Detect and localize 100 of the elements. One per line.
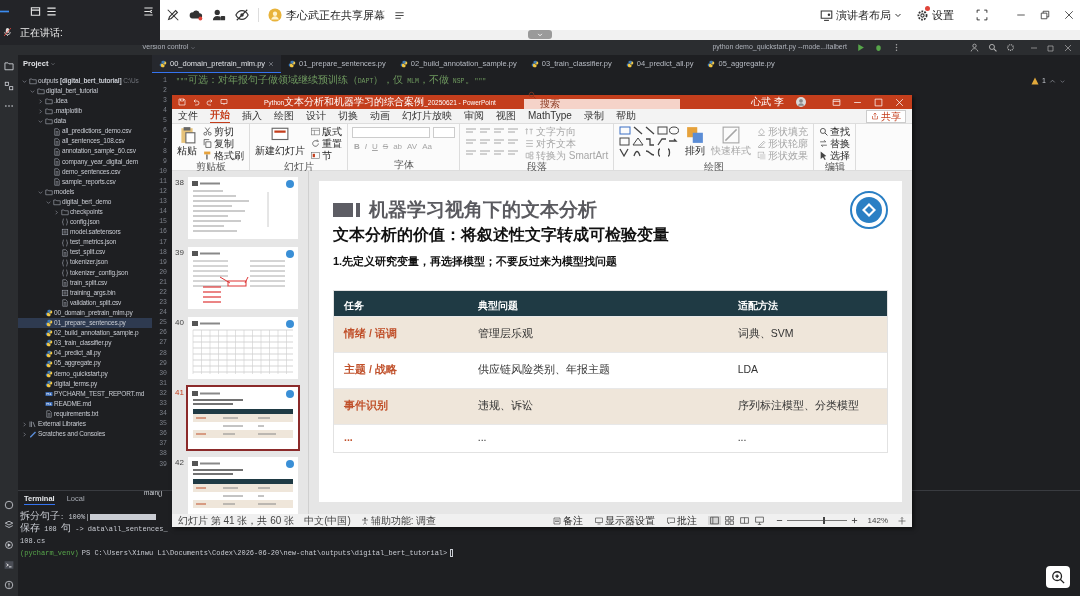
restore-icon[interactable] <box>1047 43 1055 52</box>
view-button[interactable] <box>722 516 736 525</box>
paint-bucket-icon <box>757 127 767 136</box>
layers-icon[interactable] <box>4 520 14 530</box>
user-name[interactable]: 心武 李 <box>751 96 784 108</box>
slideshow-icon[interactable] <box>220 98 228 106</box>
ribbon-button[interactable]: 重置 <box>310 138 343 149</box>
eye-slash-icon[interactable] <box>235 8 249 22</box>
pencil-icon <box>29 430 37 439</box>
list-icon[interactable] <box>394 9 405 21</box>
python-icon <box>530 60 539 68</box>
ribbon-button[interactable]: 排列 <box>684 125 707 156</box>
comments-button[interactable]: 批注 <box>665 515 698 526</box>
ribbon-group-label: 剪贴板 <box>194 161 227 172</box>
ribbon-tab[interactable]: 设计 <box>306 109 326 123</box>
ribbon-button[interactable]: 查找 <box>818 126 852 137</box>
slide-thumbnail[interactable] <box>188 247 298 309</box>
close-icon[interactable] <box>1064 10 1074 20</box>
slide-thumbnail[interactable] <box>188 317 298 379</box>
ribbon-tab[interactable]: 审阅 <box>464 109 484 123</box>
view-button[interactable] <box>737 516 751 525</box>
font-name-field[interactable] <box>352 127 430 138</box>
save-icon[interactable] <box>178 98 186 106</box>
services-icon[interactable] <box>4 540 14 550</box>
redo-icon[interactable] <box>206 98 214 106</box>
avatar-icon[interactable] <box>796 97 806 107</box>
settings-button[interactable]: 设置 <box>916 6 954 24</box>
python-packages-icon[interactable] <box>4 500 14 510</box>
undo-icon[interactable] <box>192 98 200 106</box>
layout-button[interactable]: 演讲者布局 <box>820 6 902 24</box>
slide-thumbnail[interactable] <box>188 457 298 514</box>
slide-thumbnail[interactable] <box>188 177 298 239</box>
settings-icon[interactable] <box>1006 43 1015 52</box>
window-icon[interactable] <box>30 5 41 17</box>
ribbon-tab[interactable]: 动画 <box>370 109 390 123</box>
list-icon[interactable] <box>46 5 57 17</box>
shapes-gallery[interactable] <box>618 125 681 158</box>
table-cell-text: 事件识别 <box>343 398 389 414</box>
slide-thumbnail[interactable] <box>188 387 298 449</box>
search-icon <box>819 127 829 136</box>
table-cell-text: 管理层乐观 <box>477 326 534 342</box>
chevron-down-icon <box>190 44 197 51</box>
problems-icon[interactable] <box>4 580 14 590</box>
ribbon-button[interactable]: 版式 <box>310 126 343 137</box>
zoom-slider-thumb[interactable] <box>822 517 825 524</box>
font-size-field[interactable] <box>433 127 455 138</box>
restore-icon[interactable] <box>1040 10 1050 20</box>
ribbon-tab[interactable]: 录制 <box>583 109 604 123</box>
run-icon[interactable] <box>856 43 865 52</box>
zoom-in-icon[interactable] <box>850 517 858 524</box>
accessibility-status[interactable]: 辅助功能: 调查 <box>360 513 437 528</box>
ribbon-button[interactable]: 粘贴 <box>176 125 198 156</box>
display-settings-button[interactable]: 显示器设置 <box>593 515 656 526</box>
search-field[interactable]: 搜索 <box>523 98 680 109</box>
ribbon-button[interactable]: 新建幻灯片 <box>254 125 306 156</box>
share-button[interactable]: 共享 <box>866 109 906 123</box>
ribbon-options-icon[interactable] <box>832 97 841 107</box>
ribbon-tab[interactable]: 视图 <box>496 109 516 123</box>
ribbon-button[interactable]: 剪切 <box>202 126 245 137</box>
ribbon-tab[interactable]: 文件 <box>178 109 198 123</box>
fullscreen-icon[interactable] <box>976 9 988 21</box>
language-status[interactable]: 中文(中国) <box>304 513 351 528</box>
ribbon-button[interactable]: 格式刷 <box>202 150 245 161</box>
panel-toggle-icon[interactable] <box>143 5 154 17</box>
ribbon-button[interactable]: 选择 <box>818 150 852 161</box>
slide-number: 40 <box>175 317 185 329</box>
close-icon[interactable] <box>1064 43 1072 52</box>
ribbon-tab[interactable]: 绘图 <box>274 109 294 123</box>
ribbon-button[interactable]: 复制 <box>202 138 245 149</box>
notes-button[interactable]: 备注 <box>551 515 584 526</box>
ribbon-tab[interactable]: MathType <box>528 109 572 123</box>
close-icon[interactable] <box>268 60 275 67</box>
slide-subtitle: 文本分析的价值：将叙述性文字转成可检验变量 <box>333 225 670 245</box>
zoom-out-icon[interactable] <box>775 517 783 524</box>
chevron-down-icon[interactable] <box>1059 77 1066 85</box>
text-direction-icon <box>525 127 534 136</box>
search-icon[interactable] <box>988 43 997 52</box>
table-cell-text: 词典、SVM <box>737 326 795 342</box>
ribbon-tab[interactable]: 切换 <box>338 109 358 123</box>
maximize-icon[interactable] <box>874 97 883 107</box>
ribbon-button[interactable]: 替换 <box>818 138 852 149</box>
pen-slash-icon[interactable] <box>166 8 180 22</box>
fit-slide-icon[interactable] <box>898 516 906 525</box>
bug-icon[interactable] <box>874 43 883 52</box>
folder-icon[interactable] <box>4 61 14 71</box>
cloud-icon[interactable] <box>189 8 203 22</box>
structure-icon[interactable] <box>4 81 14 91</box>
ribbon-button[interactable]: 节 <box>310 150 343 161</box>
zoom-button[interactable] <box>1046 566 1070 588</box>
zoom-level[interactable]: 142% <box>867 514 888 527</box>
user-lock-icon[interactable] <box>212 8 226 22</box>
slide-number: 42 <box>175 457 185 469</box>
ribbon-tab[interactable]: 帮助 <box>615 109 636 123</box>
view-button[interactable] <box>707 516 721 525</box>
terminal-icon[interactable] <box>4 560 14 570</box>
view-button[interactable] <box>752 516 766 525</box>
ribbon-tab[interactable]: 插入 <box>242 109 262 123</box>
chevron-up-icon[interactable] <box>1049 77 1056 85</box>
ribbon-tab[interactable]: 幻灯片放映 <box>402 109 452 123</box>
user-icon[interactable] <box>970 43 979 52</box>
